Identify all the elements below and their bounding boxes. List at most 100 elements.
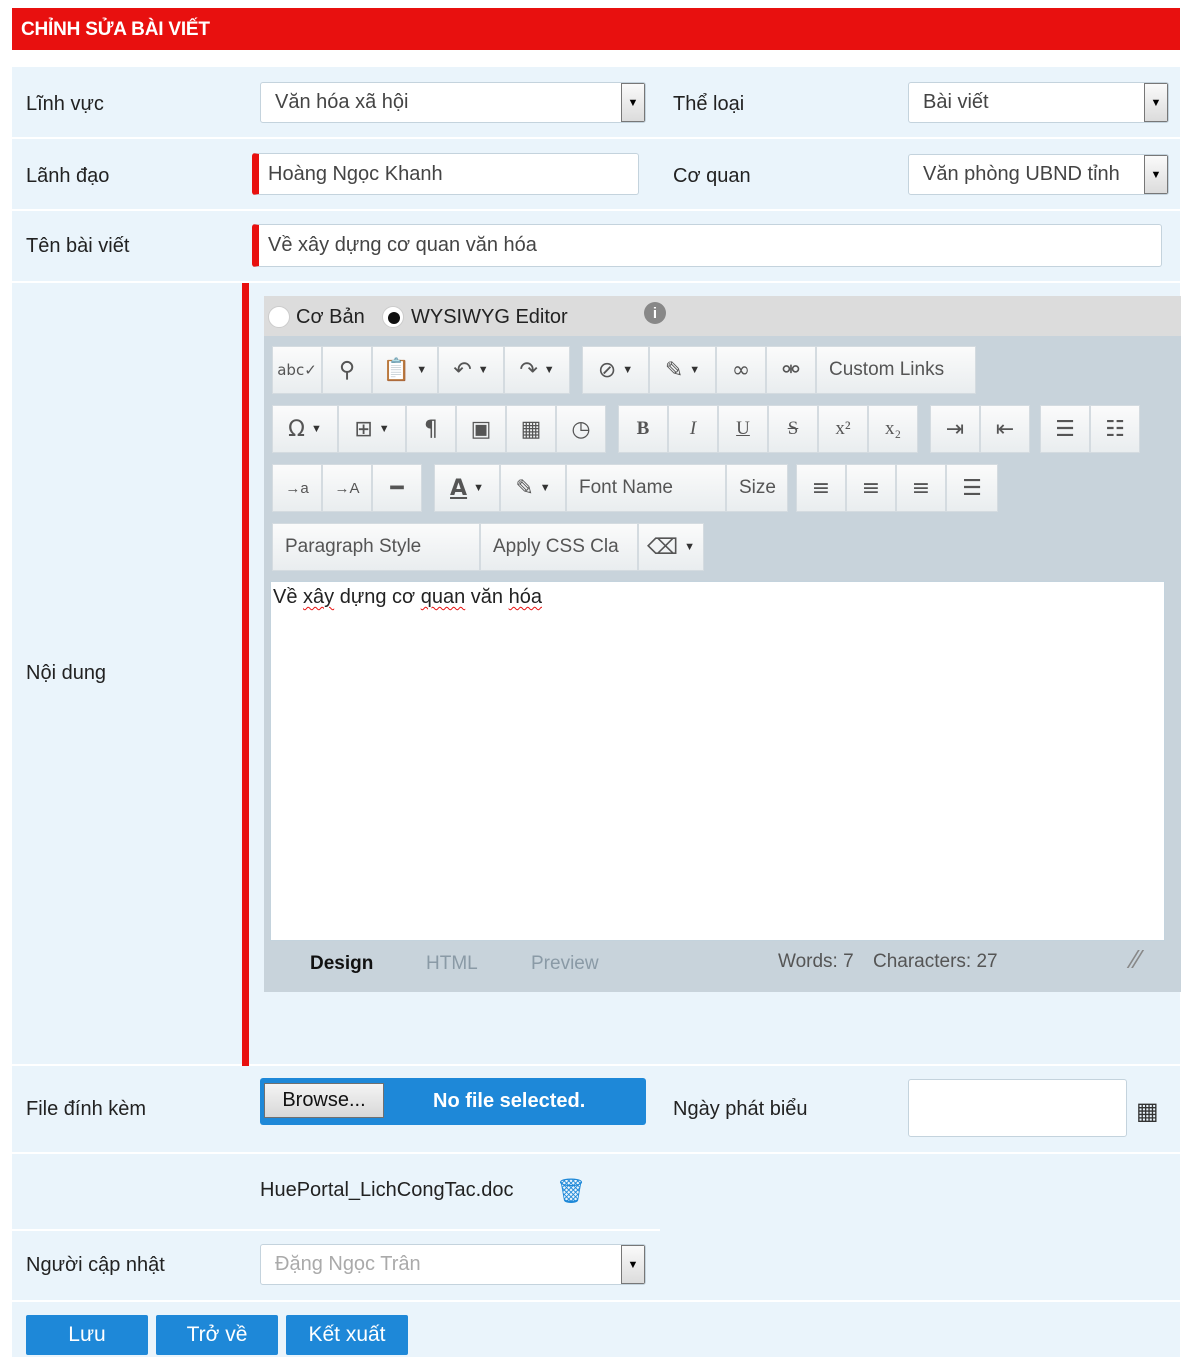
eraser-button[interactable]: ⌫ ▼ [638, 523, 704, 571]
align-right-button[interactable]: ≡ [896, 464, 946, 512]
save-button[interactable]: Lưu [26, 1315, 148, 1355]
linh-vuc-select[interactable]: Văn hóa xã hội ▼ [260, 82, 646, 123]
ten-bai-viet-input[interactable]: Về xây dựng cơ quan văn hóa [252, 224, 1162, 267]
symbol-icon: Ω [288, 416, 305, 442]
superscript-button[interactable]: x² [818, 405, 868, 453]
table-button[interactable]: ⊞ ▼ [338, 405, 406, 453]
file-status: No file selected. [433, 1090, 586, 1112]
edit-icon: ✎ [664, 357, 684, 383]
strike-button[interactable]: S [768, 405, 818, 453]
page-title: CHỈNH SỬA BÀI VIẾT [12, 8, 1180, 50]
calendar-icon[interactable]: ▦ [1136, 1097, 1159, 1126]
superscript-icon: x² [835, 418, 851, 439]
find-button[interactable]: ⚲ [322, 346, 372, 394]
paragraph-style-dropdown[interactable]: Paragraph Style [272, 523, 480, 571]
the-loai-select[interactable]: Bài viết ▼ [908, 82, 1169, 123]
italic-button[interactable]: I [668, 405, 718, 453]
link-button[interactable]: ∞ [716, 346, 766, 394]
time-button[interactable]: ◷ [556, 405, 606, 453]
strike-icon: S [787, 418, 799, 439]
horizontal-rule-button[interactable]: ━ [372, 464, 422, 512]
font-name-dropdown[interactable]: Font Name [566, 464, 726, 512]
paste-button[interactable]: 📋 ▼ [372, 346, 438, 394]
edit-button[interactable]: ✎ ▼ [649, 346, 716, 394]
font-size-dropdown[interactable]: Size [726, 464, 788, 512]
font-color-button[interactable]: A ▼ [434, 464, 500, 512]
word-count: Words: 7 [778, 951, 854, 972]
attach-button[interactable]: ⊘ ▼ [582, 346, 649, 394]
align-left-button[interactable]: ≡ [796, 464, 846, 512]
symbol-button[interactable]: Ω ▼ [272, 405, 338, 453]
resize-handle-icon[interactable]: ⁄⁄ [1132, 944, 1141, 975]
link-icon: ∞ [731, 357, 751, 383]
apply-css-dropdown[interactable]: Apply CSS Cla [480, 523, 638, 571]
content-word: xây [303, 586, 335, 608]
editor-content[interactable]: Về xây dựng cơ quan văn hóa [270, 581, 1165, 941]
content-word: Về [273, 586, 298, 608]
custom-links-dropdown[interactable]: Custom Links [816, 346, 976, 394]
content-word: dựng [339, 586, 387, 608]
dropdown-arrow-icon[interactable]: ▼ [621, 1245, 645, 1284]
info-icon[interactable]: i [644, 302, 666, 324]
ngay-phat-bieu-input[interactable] [908, 1079, 1127, 1137]
row-divider [12, 1229, 660, 1231]
nguoi-cap-nhat-select[interactable]: Đặng Ngọc Trân ▼ [260, 1244, 646, 1285]
editor-mode-bar: Cơ Bản WYSIWYG Editor i [264, 296, 1181, 336]
ordered-list-button[interactable]: ☰ [1040, 405, 1090, 453]
horizontal-rule-icon: ━ [390, 475, 404, 501]
browse-button[interactable]: Browse... [264, 1083, 384, 1118]
dropdown-arrow-icon[interactable]: ▼ [1144, 155, 1168, 194]
attached-file-name[interactable]: HuePortal_LichCongTac.doc [260, 1179, 514, 1202]
image-button[interactable]: ▣ [456, 405, 506, 453]
unlink-button[interactable]: ⚮ [766, 346, 816, 394]
mode-basic-label: Cơ Bản [296, 306, 365, 328]
subscript-icon: x₂ [884, 418, 902, 439]
indent-button[interactable]: ⇥ [930, 405, 980, 453]
paragraph-mark-button[interactable]: ¶ [406, 405, 456, 453]
tab-preview[interactable]: Preview [531, 953, 599, 975]
field-label-lanh-dao: Lãnh đạo [26, 165, 110, 187]
unordered-list-button[interactable]: ☷ [1090, 405, 1140, 453]
tab-html[interactable]: HTML [426, 953, 478, 975]
back-button[interactable]: Trở về [156, 1315, 278, 1355]
the-loai-value: Bài viết [923, 91, 989, 113]
bold-button[interactable]: B [618, 405, 668, 453]
dropdown-arrow-icon[interactable]: ▼ [1144, 83, 1168, 122]
undo-button[interactable]: ↶ ▼ [438, 346, 504, 394]
co-quan-select[interactable]: Văn phòng UBND tỉnh ▼ [908, 154, 1169, 195]
export-button[interactable]: Kết xuất [286, 1315, 408, 1355]
underline-button[interactable]: U [718, 405, 768, 453]
highlight-icon: ✎ [515, 475, 534, 501]
unordered-list-icon: ☷ [1105, 416, 1125, 442]
tab-design[interactable]: Design [310, 953, 373, 975]
file-input[interactable]: Browse... No file selected. [260, 1078, 646, 1125]
undo-icon: ↶ [453, 357, 472, 383]
row-divider [12, 1064, 1180, 1066]
radio-wysiwyg[interactable] [382, 306, 404, 328]
dropdown-arrow-icon[interactable]: ▼ [621, 83, 645, 122]
justify-button[interactable]: ☰ [946, 464, 998, 512]
rtl-icon: →A [334, 479, 360, 497]
image-icon: ▣ [470, 416, 492, 442]
lanh-dao-input[interactable]: Hoàng Ngọc Khanh [252, 153, 639, 195]
ltr-icon: →a [285, 479, 309, 497]
outdent-button[interactable]: ⇤ [980, 405, 1030, 453]
edit-form: Lĩnh vực Văn hóa xã hội ▼ Thể loại Bài v… [12, 67, 1181, 1357]
ltr-button[interactable]: →a [272, 464, 322, 512]
date-button[interactable]: ▦ [506, 405, 556, 453]
content-word: quan [420, 586, 466, 608]
row-divider [12, 281, 1180, 283]
align-right-icon: ≡ [911, 475, 931, 501]
field-label-linh-vuc: Lĩnh vực [26, 93, 104, 115]
highlight-button[interactable]: ✎ ▼ [500, 464, 566, 512]
spellcheck-button[interactable]: abc✓ [272, 346, 322, 394]
rtl-button[interactable]: →A [322, 464, 372, 512]
subscript-button[interactable]: x₂ [868, 405, 918, 453]
attach-icon: ⊘ [597, 357, 617, 383]
field-label-noi-dung: Nội dung [26, 662, 107, 684]
paste-icon: 📋 [382, 357, 411, 383]
redo-button[interactable]: ↷ ▼ [504, 346, 570, 394]
radio-basic[interactable] [268, 306, 290, 328]
align-center-button[interactable]: ≡ [846, 464, 896, 512]
trash-icon[interactable]: 🗑 [556, 1177, 586, 1206]
